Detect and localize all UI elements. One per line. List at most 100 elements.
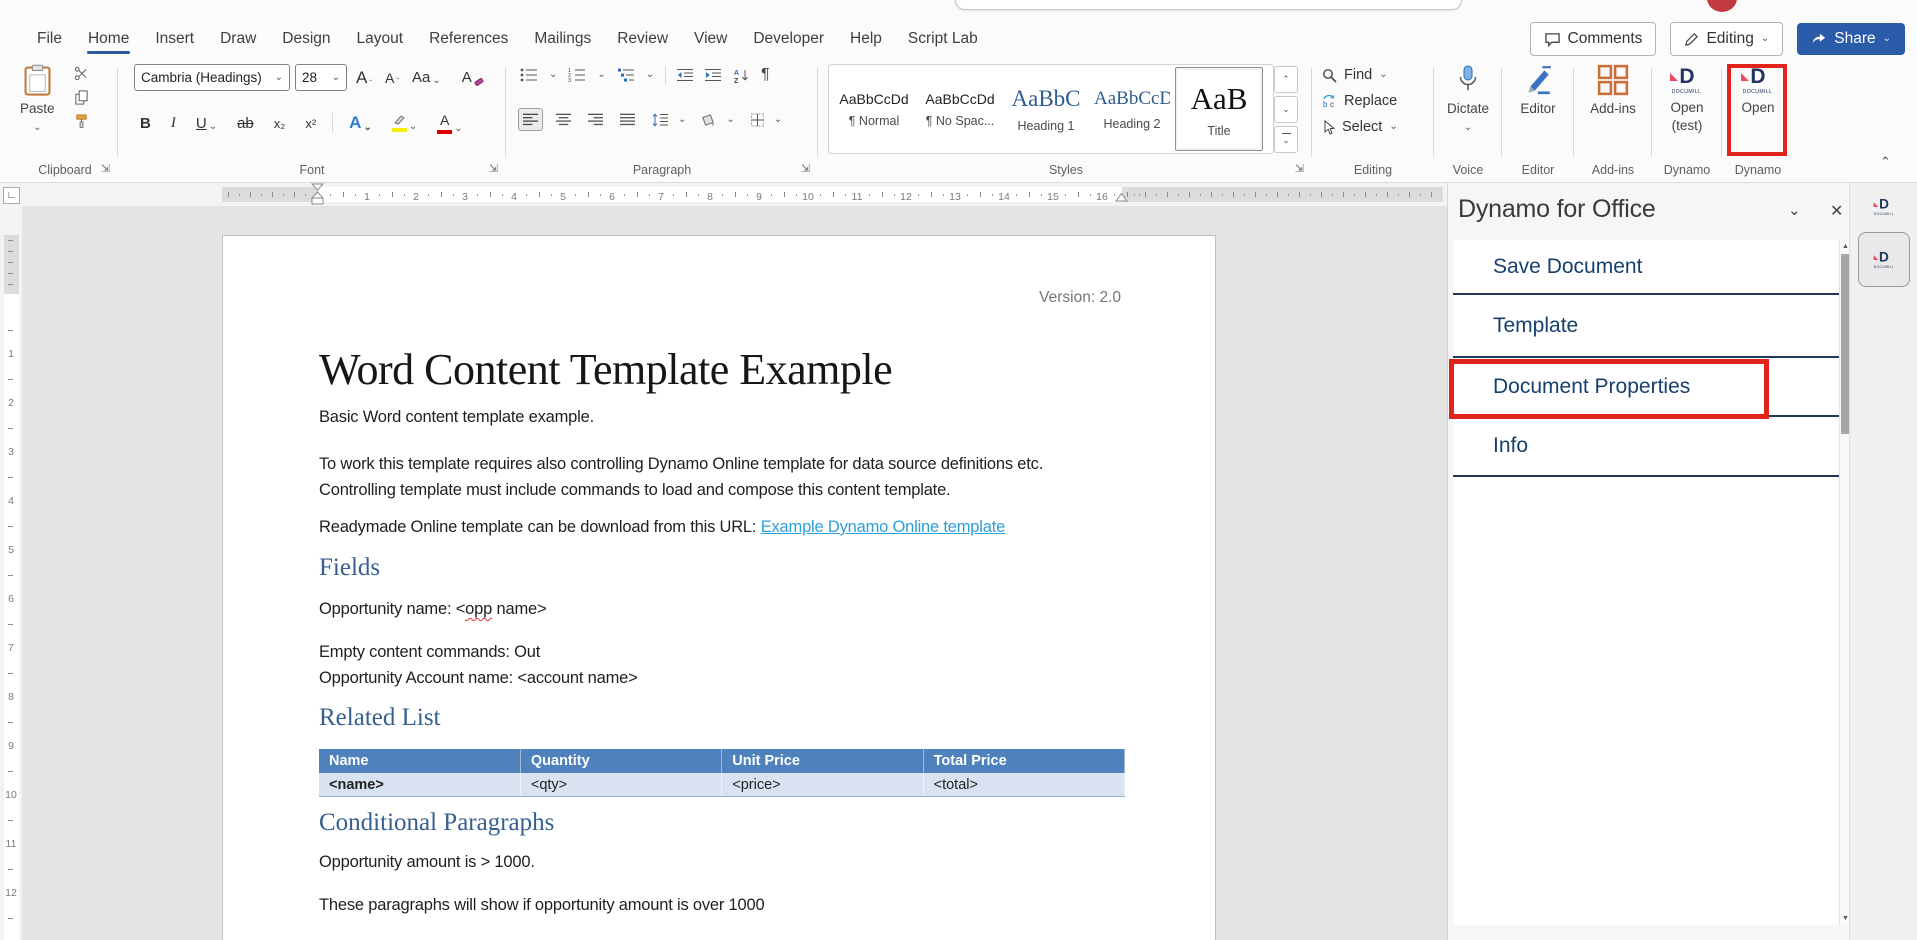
editing-mode-dropdown[interactable]: Editing ⌄ [1670,22,1783,56]
style-card-heading-2[interactable]: AaBbCcDHeading 2 [1089,67,1175,151]
font-name-combobox[interactable]: Cambria (Headings) ⌄ [134,64,290,91]
highlight-color-button[interactable]: ⌄ [388,113,421,134]
menu-tab-insert[interactable]: Insert [142,24,207,54]
search-box[interactable] [955,0,1462,10]
ruler-tick [343,192,344,197]
change-case-button[interactable]: Aa ⌄ [408,67,445,88]
horizontal-ruler[interactable]: ∟ 12345678910111213141516 [0,183,1447,206]
menu-tab-mailings[interactable]: Mailings [521,24,604,54]
doc-paragraph-2: Readymade Online template can be downloa… [319,518,1005,537]
menu-tab-references[interactable]: References [416,24,521,54]
font-size-combobox[interactable]: 28 ⌄ [295,64,347,91]
numbered-list-icon[interactable]: 123 [568,68,586,82]
addins-button[interactable]: Add-ins [1574,64,1652,118]
ribbon-group-paragraph: ⌄ 123 ⌄ ⌄ AZ ¶ [506,56,818,181]
decrease-indent-icon[interactable] [677,68,694,82]
styles-scroll-up-button[interactable]: ⌃ [1274,66,1298,93]
show-paragraph-marks-icon[interactable]: ¶ [761,66,770,84]
increase-indent-icon[interactable] [705,68,722,82]
ribbon-group-dynamo-test: D DOCUMILL Open (test) Dynamo [1652,56,1722,181]
vertical-ruler[interactable]: 123456789101112 [0,206,22,940]
subscript-button[interactable]: x₂ [270,114,290,133]
recording-indicator-dot [1707,0,1737,12]
dictate-button[interactable]: Dictate ⌄ [1434,64,1502,133]
ruler-number: 10 [802,191,814,203]
font-color-button[interactable]: A ⌄ [433,110,466,136]
left-indent-marker[interactable] [311,183,324,206]
styles-dialog-launcher-icon[interactable]: ⇲ [1295,164,1304,175]
style-card--no-spac-[interactable]: AaBbCcDd¶ No Spac... [917,67,1003,151]
superscript-button[interactable]: x² [301,114,320,133]
borders-icon[interactable] [750,113,765,127]
find-button[interactable]: Find ⌄ [1322,62,1398,88]
menu-tab-developer[interactable]: Developer [740,24,837,54]
ruler-tick [637,192,638,197]
align-left-icon[interactable] [518,108,543,131]
align-center-icon[interactable] [552,109,575,130]
task-pane-chevron-down-icon[interactable]: ⌄ [1788,203,1801,218]
doc-conditional-1: Opportunity amount is > 1000. [319,853,535,872]
pane-item-info[interactable]: Info [1453,417,1839,477]
menu-tab-home[interactable]: Home [75,24,142,54]
ruler-tick [8,575,13,576]
pane-item-template[interactable]: Template [1453,295,1839,358]
font-dialog-launcher-icon[interactable]: ⇲ [489,164,498,175]
paragraph-dialog-launcher-icon[interactable]: ⇲ [801,164,810,175]
menu-tab-file[interactable]: File [24,24,75,54]
menu-tab-draw[interactable]: Draw [207,24,269,54]
format-painter-icon[interactable] [74,114,89,129]
style-card--normal[interactable]: AaBbCcDd¶ Normal [831,67,917,151]
open-test-button[interactable]: D DOCUMILL Open (test) [1652,66,1722,135]
clear-formatting-button[interactable]: A [458,67,488,88]
paste-button[interactable]: Paste ⌄ [20,64,55,133]
ruler-number: 12 [900,191,912,203]
ruler-tick [1420,194,1421,196]
multilevel-list-icon[interactable] [617,68,635,82]
strikethrough-button[interactable]: ab [233,113,258,134]
shading-icon[interactable] [701,113,717,127]
pane-item-save-document[interactable]: Save Document [1453,240,1839,295]
underline-button[interactable]: U⌄ [192,113,221,134]
clipboard-dialog-launcher-icon[interactable]: ⇲ [101,164,110,175]
align-right-icon[interactable] [584,109,607,130]
menu-tab-help[interactable]: Help [837,24,895,54]
sort-icon[interactable]: AZ [733,68,750,83]
right-indent-marker[interactable] [1115,192,1128,202]
comments-button[interactable]: Comments [1530,22,1657,56]
italic-button[interactable]: I [167,113,180,134]
tab-stop-selector[interactable]: ∟ [3,187,20,204]
replace-button[interactable]: bc Replace [1322,88,1398,114]
line-spacing-icon[interactable] [652,113,669,127]
styles-scroll-down-button[interactable]: ⌄ [1274,96,1298,123]
copy-icon[interactable] [74,90,89,105]
style-card-title[interactable]: AaBTitle [1175,67,1263,151]
menu-tab-view[interactable]: View [681,24,740,54]
cut-icon[interactable] [74,66,89,81]
menu-tab-script-lab[interactable]: Script Lab [895,24,991,54]
select-button[interactable]: Select ⌄ [1322,114,1398,140]
doc-hyperlink[interactable]: Example Dynamo Online template [761,518,1005,536]
justify-icon[interactable] [616,109,639,130]
styles-more-button[interactable]: ⌄ [1274,126,1298,153]
style-card-heading-1[interactable]: AaBbCHeading 1 [1003,67,1089,151]
shrink-font-button[interactable]: Aˇ [381,68,403,88]
doc-field-1: Opportunity name: <opp name> [319,600,546,619]
documill-addin-icon[interactable]: DDOCUMILL [1857,197,1911,216]
style-preview: AaBbCcD [1094,88,1170,110]
ruler-dot [649,194,650,196]
ruler-tick [283,194,284,196]
bullet-list-icon[interactable] [520,68,538,82]
task-pane-close-icon[interactable]: ✕ [1830,201,1843,221]
menu-tab-review[interactable]: Review [604,24,681,54]
bold-button[interactable]: B [136,113,155,134]
editor-button[interactable]: Editor [1502,64,1574,118]
ruler-number: 10 [0,789,22,801]
documill-addin-icon-active[interactable]: DDOCUMILL [1858,232,1910,287]
text-effects-button[interactable]: A⌄ [345,111,376,135]
menu-tab-design[interactable]: Design [269,24,343,54]
share-button[interactable]: Share ⌄ [1797,23,1905,55]
menu-tab-layout[interactable]: Layout [344,24,417,54]
document-page[interactable]: Version: 2.0 Word Content Template Examp… [222,235,1216,940]
collapse-ribbon-icon[interactable]: ⌃ [1880,154,1891,170]
grow-font-button[interactable]: Aˆ [352,66,376,90]
